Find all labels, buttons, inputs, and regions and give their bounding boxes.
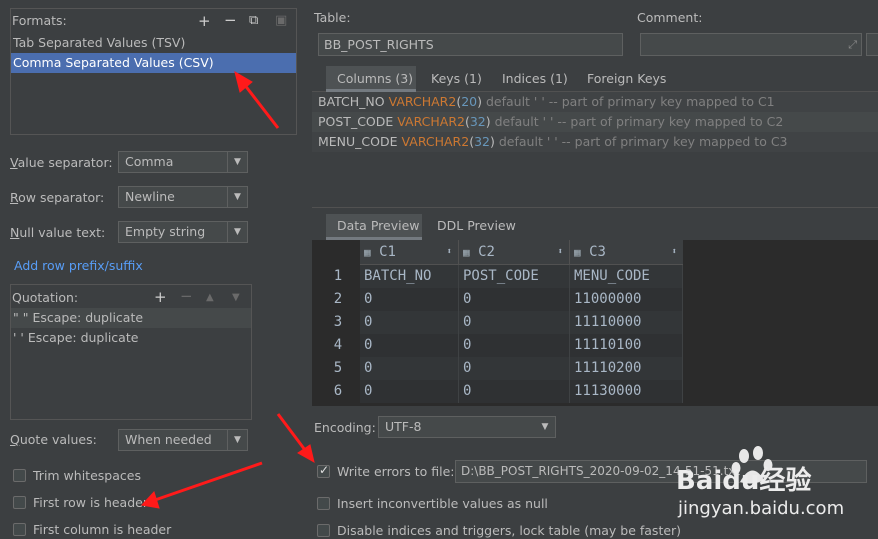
annotation-arrow: [141, 70, 315, 509]
